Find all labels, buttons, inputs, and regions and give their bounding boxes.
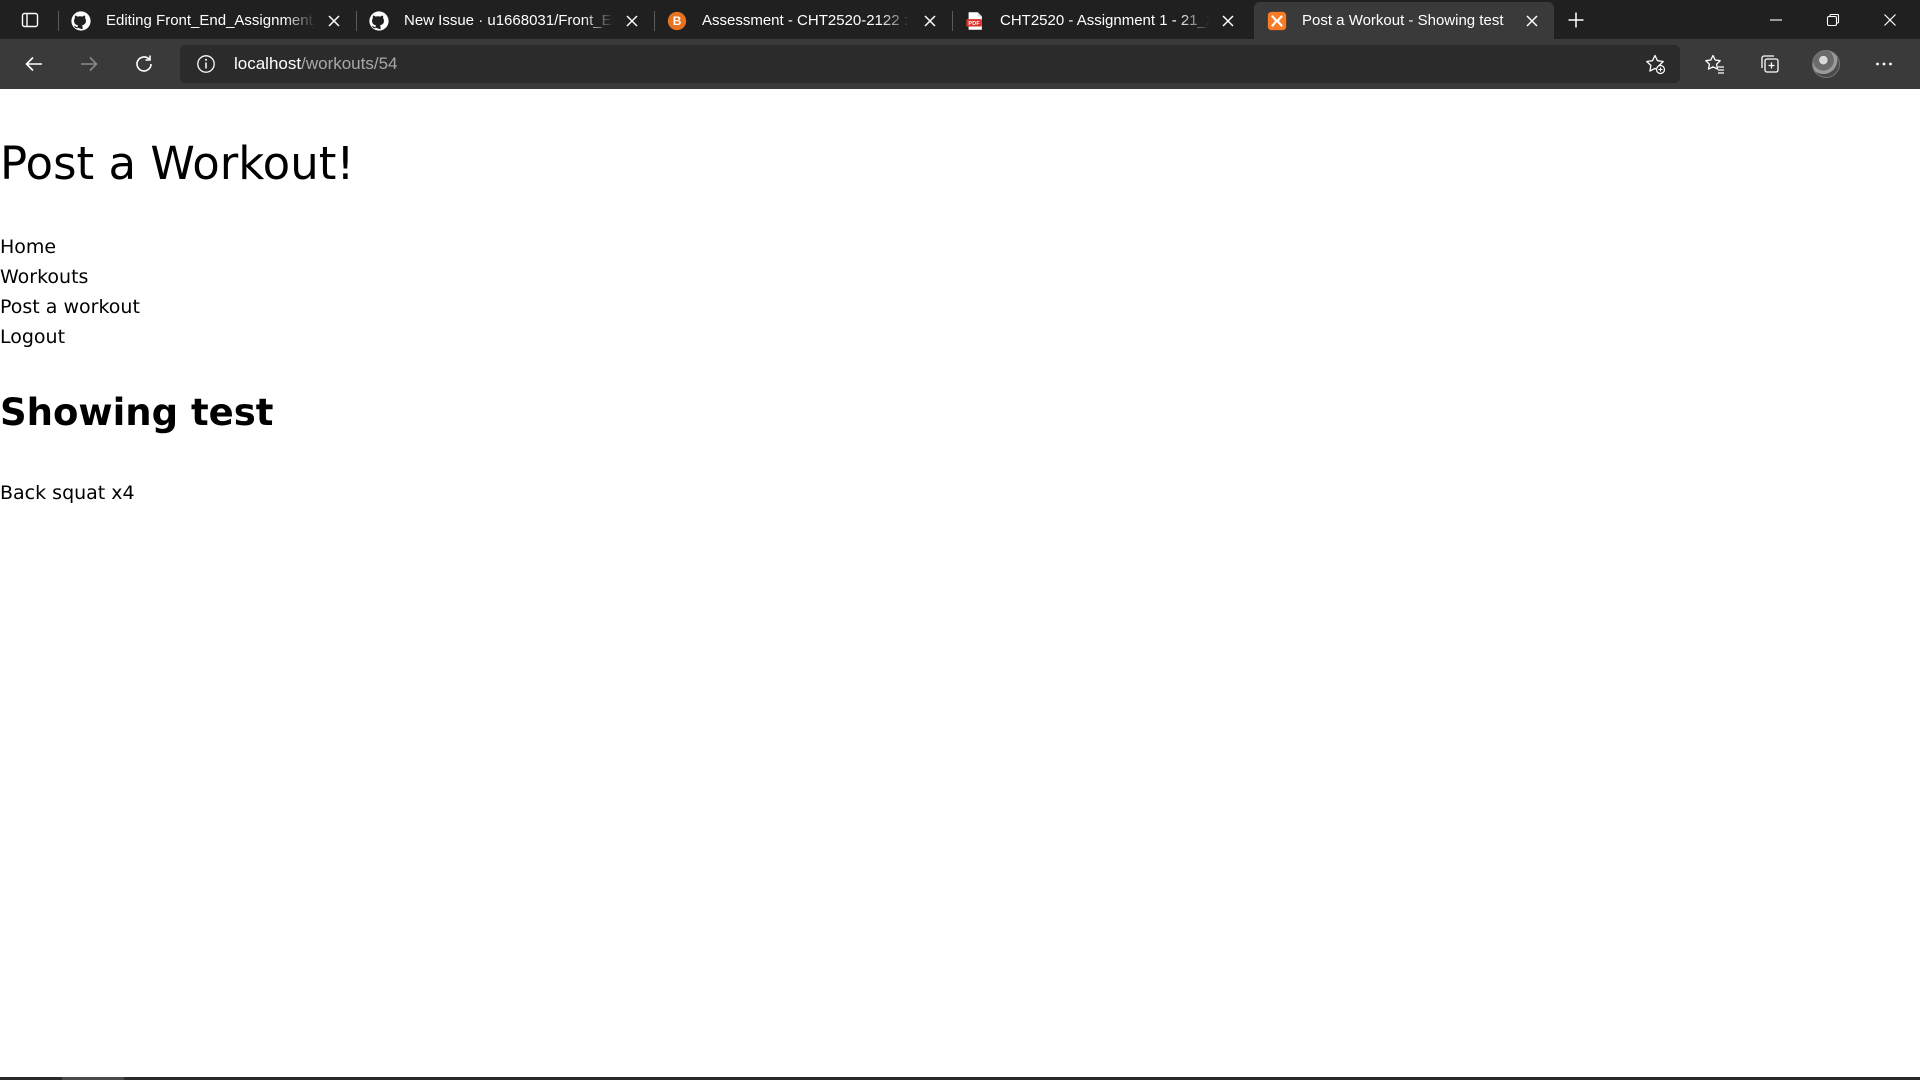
close-icon [328,14,340,27]
tab-actions-icon [21,12,39,28]
workout-heading: Showing test [0,391,274,434]
page-content: Post a Workout! Home Workouts Post a wor… [0,89,1920,1077]
add-favorite-button[interactable] [1642,51,1668,77]
url-path: /workouts/54 [301,54,398,73]
tab-editing-front-end[interactable]: Editing Front_End_Assignment_1 [58,2,356,39]
nav-item: Home [0,232,140,262]
tab-title: Editing Front_End_Assignment_1 [106,12,316,29]
favorites-icon [1705,54,1724,74]
refresh-icon [136,55,152,72]
restore-icon [1826,13,1840,26]
restore-button[interactable] [1805,0,1861,39]
collections-button[interactable] [1752,46,1788,82]
avatar [1812,50,1840,78]
tab-divider [58,11,59,31]
tab-divider [654,11,655,31]
back-button[interactable] [16,46,52,82]
close-window-button[interactable] [1862,0,1918,39]
site-info-button[interactable] [194,52,218,76]
close-icon [1222,14,1234,27]
tab-assessment[interactable]: B Assessment - CHT2520-2122 : Ad [654,2,952,39]
tab-title: Post a Workout - Showing test [1302,12,1504,29]
tab-close-button[interactable] [918,9,942,33]
arrow-right-icon [81,56,98,72]
star-add-icon [1646,54,1666,75]
tab-title: CHT2520 - Assignment 1 - 21_22 [1000,12,1210,29]
address-bar[interactable]: localhost/workouts/54 [180,45,1680,83]
refresh-button[interactable] [126,46,162,82]
more-icon [1876,62,1892,66]
tab-new-issue[interactable]: New Issue · u1668031/Front_End [356,2,654,39]
tab-close-button[interactable] [1520,9,1544,33]
svg-text:PDF: PDF [968,20,980,26]
nav-link-logout[interactable]: Logout [0,326,65,348]
nav-item: Post a workout [0,292,140,322]
close-icon [1884,13,1896,26]
plus-icon [1568,12,1584,28]
github-icon [70,10,92,32]
browser-toolbar: localhost/workouts/54 [0,39,1920,89]
exercise-item: Back squat x4 [0,482,135,504]
close-icon [924,14,936,27]
github-icon [368,10,390,32]
address-url[interactable]: localhost/workouts/54 [234,54,398,74]
nav-link-home[interactable]: Home [0,236,56,258]
profile-button[interactable] [1808,46,1844,82]
tab-divider [356,11,357,31]
tab-close-button[interactable] [1216,9,1240,33]
xampp-icon [1266,10,1288,32]
site-nav: Home Workouts Post a workout Logout [0,232,140,352]
nav-item: Workouts [0,262,140,292]
brightspace-icon: B [666,10,688,32]
tab-close-button[interactable] [322,9,346,33]
close-icon [626,14,638,27]
forward-button[interactable] [71,46,107,82]
nav-item: Logout [0,322,140,352]
browser-window: Editing Front_End_Assignment_1 New Issue… [0,0,1920,1080]
page-title: Post a Workout! [0,137,355,190]
tab-divider [952,11,953,31]
pdf-icon: PDF [964,10,986,32]
minimize-icon [1770,18,1782,21]
nav-link-workouts[interactable]: Workouts [0,266,88,288]
arrow-left-icon [25,56,42,72]
svg-text:B: B [673,14,682,28]
new-tab-button[interactable] [1560,4,1592,36]
tab-strip: Editing Front_End_Assignment_1 New Issue… [0,0,1920,39]
collections-icon [1761,55,1779,73]
tab-close-button[interactable] [620,9,644,33]
settings-menu-button[interactable] [1866,46,1902,82]
tab-title: Assessment - CHT2520-2122 : Ad [702,12,912,29]
tab-actions-button[interactable] [12,4,48,36]
tab-assignment-pdf[interactable]: PDF CHT2520 - Assignment 1 - 21_22 [952,2,1250,39]
tab-post-a-workout[interactable]: Post a Workout - Showing test [1254,2,1554,39]
info-icon [197,55,215,73]
url-host: localhost [234,54,302,73]
nav-link-post-a-workout[interactable]: Post a workout [0,296,140,318]
favorites-button[interactable] [1697,46,1733,82]
tab-title: New Issue · u1668031/Front_End [404,12,614,29]
minimize-button[interactable] [1748,0,1804,39]
close-icon [1526,14,1538,27]
